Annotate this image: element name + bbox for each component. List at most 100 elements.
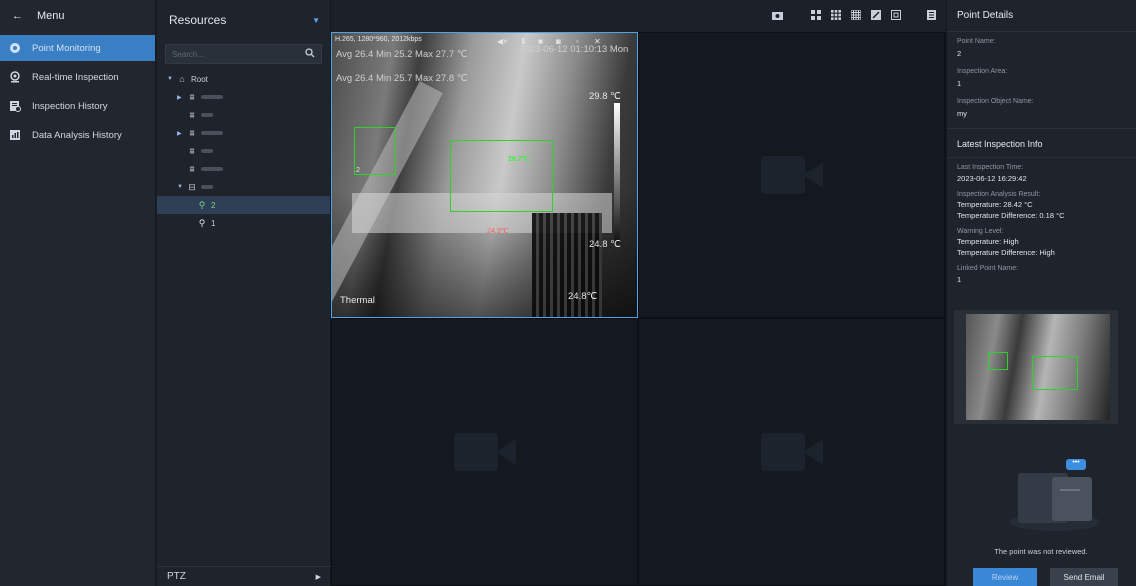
ptz-label: PTZ <box>167 571 186 582</box>
custom-layout-icon[interactable] <box>871 9 881 23</box>
redacted-label <box>201 167 223 171</box>
expand-caret-icon[interactable]: ▼ <box>177 184 183 190</box>
tree-node-area[interactable]: ▶ ⩩ <box>157 88 330 106</box>
field-label: Inspection Area: <box>957 68 1008 75</box>
tree-node-area[interactable]: ▶ ⩩ <box>157 124 330 142</box>
field-value: 2 <box>957 49 962 58</box>
codec-info: H.265, 1280*960, 2012kbps <box>335 36 422 43</box>
search-input[interactable] <box>172 49 292 59</box>
object-icon: ⊟ <box>188 181 196 192</box>
field-value: Temperature Difference: High <box>957 248 1055 257</box>
tree-node-point-selected[interactable]: ⚲ 2 <box>157 196 330 214</box>
field-value: Temperature Difference: 0.18 °C <box>957 211 1065 220</box>
detection-box <box>450 140 553 212</box>
temperature-scale <box>614 103 620 243</box>
resources-title: Resources <box>169 13 227 27</box>
tree-node-area[interactable]: ⩩ <box>157 142 330 160</box>
expand-caret-icon[interactable]: ▶ <box>177 130 183 137</box>
details-title: Point Details <box>947 0 1136 32</box>
not-reviewed-illustration: ••• <box>1010 455 1100 535</box>
camera-snapshot-icon[interactable]: ◙ <box>556 37 561 46</box>
menu-item-label: Data Analysis History <box>32 129 122 141</box>
analysis-chart-icon <box>8 128 22 142</box>
box-label: 2 <box>356 167 360 174</box>
camera-placeholder-icon <box>453 429 516 475</box>
collapse-caret-icon[interactable]: ▼ <box>312 16 320 25</box>
field-label: Inspection Analysis Result: <box>957 191 1041 198</box>
chevron-right-icon[interactable]: ▶ <box>316 573 321 581</box>
menu-item-inspection-history[interactable]: Inspection History <box>0 93 155 119</box>
field-value: 1 <box>957 275 962 284</box>
arrow-left-icon[interactable]: ← <box>12 10 23 22</box>
point-pin-icon: ⚲ <box>198 199 206 210</box>
point-temperature: 26.7℃ <box>508 156 530 163</box>
window-icon[interactable]: ▫ <box>576 37 579 46</box>
history-doc-icon <box>8 99 22 113</box>
review-button[interactable]: Review <box>973 568 1037 586</box>
layout-9-icon[interactable] <box>831 9 841 23</box>
area-icon: ⩩ <box>189 145 195 156</box>
video-cell-empty[interactable] <box>638 32 945 318</box>
latest-inspection-title: Latest Inspection Info <box>947 128 1136 158</box>
tree-node-label: Root <box>191 74 208 84</box>
video-grid: 2 26.7℃ 24.3℃ H.265, 1280*960, 2012kbps … <box>331 32 946 586</box>
resource-tree: ▼ ⌂ Root ▶ ⩩ ⩩ ▶ ⩩ ⩩ ⩩ ▼ ⊟ ⚲ 2 ⚲ 1 <box>157 70 330 232</box>
org-icon: ⌂ <box>179 74 185 84</box>
ptz-section[interactable]: PTZ ▶ <box>157 566 331 586</box>
menu-header: ← Menu <box>0 0 155 32</box>
snapshot-icon[interactable] <box>772 10 783 23</box>
stat-line-2: Avg 26.4 Min 25.7 Max 27.8 ℃ <box>336 73 468 84</box>
scale-mid-temp: 24.8 ℃ <box>589 239 621 250</box>
search-icon[interactable] <box>305 47 315 61</box>
camera-placeholder-icon <box>760 429 823 475</box>
expand-caret-icon[interactable]: ▶ <box>177 94 183 101</box>
mute-icon[interactable]: ◀× <box>497 37 508 46</box>
menu-item-point-monitoring[interactable]: Point Monitoring <box>0 35 155 61</box>
video-cell-thermal[interactable]: 2 26.7℃ 24.3℃ H.265, 1280*960, 2012kbps … <box>331 32 638 318</box>
tree-node-point[interactable]: ⚲ 1 <box>157 214 330 232</box>
close-icon[interactable]: ✕ <box>594 37 601 46</box>
layout-4-icon[interactable] <box>811 9 821 23</box>
tree-node-area[interactable]: ⩩ <box>157 106 330 124</box>
inspection-pin-icon <box>8 70 22 84</box>
list-icon[interactable] <box>927 9 936 23</box>
stat-line-1: Avg 26.4 Min 25.2 Max 27.7 ℃ <box>336 49 468 60</box>
fullscreen-icon[interactable] <box>891 9 901 23</box>
record-icon[interactable]: ■ <box>538 37 543 46</box>
download-icon[interactable]: ⬇ <box>520 37 527 46</box>
field-label: Warning Level: <box>957 228 1004 235</box>
video-cell-empty[interactable] <box>638 318 945 586</box>
point-name-field: Point Name: 2 Inspection Area: 1 Inspect… <box>947 38 1136 118</box>
field-label: Last Inspection Time: <box>957 164 1024 171</box>
tree-node-label: 2 <box>211 200 216 210</box>
scale-max-temp: 29.8 ℃ <box>589 91 621 102</box>
field-label: Linked Point Name: <box>957 265 1019 272</box>
redacted-label <box>201 113 213 117</box>
tree-node-area[interactable]: ⩩ <box>157 160 330 178</box>
menu-item-data-analysis-history[interactable]: Data Analysis History <box>0 122 155 148</box>
layout-16-icon[interactable] <box>850 9 862 23</box>
send-email-button[interactable]: Send Email <box>1050 568 1118 586</box>
menu-item-real-time-inspection[interactable]: Real-time Inspection <box>0 64 155 90</box>
redacted-label <box>201 185 213 189</box>
detection-box <box>988 352 1008 370</box>
expand-caret-icon[interactable]: ▼ <box>167 76 173 82</box>
scale-min-temp: 24.8℃ <box>568 291 598 302</box>
location-pin-icon <box>8 41 22 55</box>
inspection-snapshot[interactable] <box>954 310 1118 424</box>
tree-node-label: 1 <box>211 218 216 228</box>
field-label: Inspection Object Name: <box>957 98 1034 105</box>
field-value: Temperature: High <box>957 237 1019 246</box>
area-icon: ⩩ <box>189 91 195 102</box>
video-cell-empty[interactable] <box>331 318 638 586</box>
area-icon: ⩩ <box>189 127 195 138</box>
channel-label: Thermal <box>340 295 375 306</box>
menu-item-label: Inspection History <box>32 100 108 112</box>
area-icon: ⩩ <box>189 163 195 174</box>
tree-node-object[interactable]: ▼ ⊟ <box>157 178 330 196</box>
latest-inspection-fields: Last Inspection Time: 2023-06-12 16:29:4… <box>947 164 1136 284</box>
tree-node-root[interactable]: ▼ ⌂ Root <box>157 70 330 88</box>
snapshot-image <box>966 314 1110 420</box>
field-value: my <box>957 109 967 118</box>
area-icon: ⩩ <box>189 109 195 120</box>
